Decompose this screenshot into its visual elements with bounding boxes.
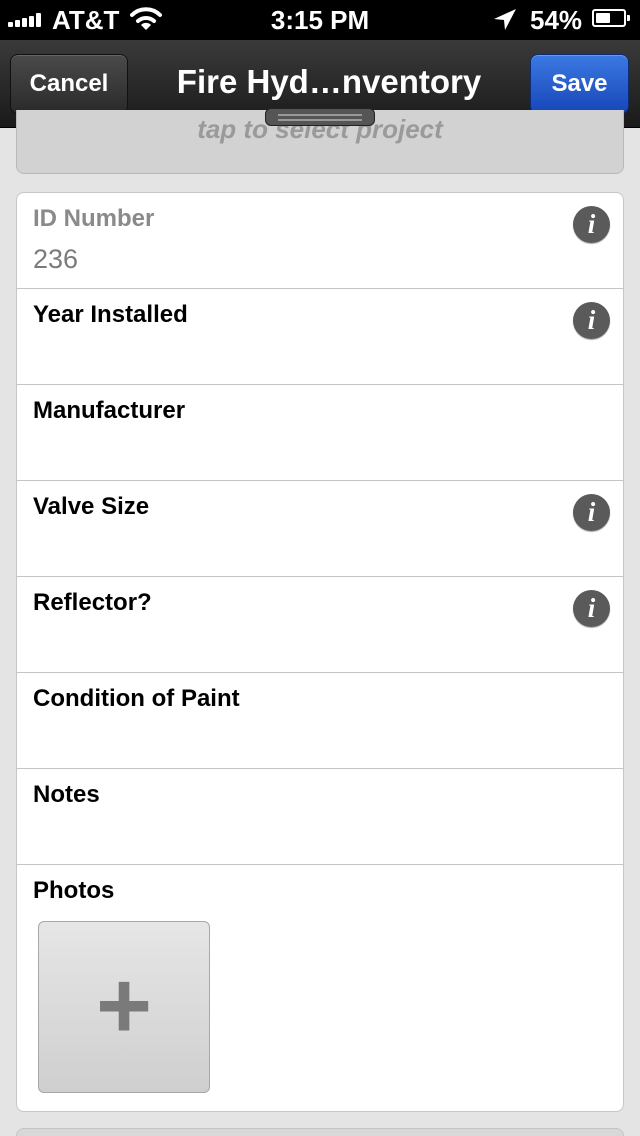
- form-card: ID Number 236 i Year Installed i Manufacturer…: [16, 192, 624, 1112]
- plus-icon: +: [95, 952, 153, 1059]
- info-icon[interactable]: i: [573, 494, 610, 531]
- form-field-row[interactable]: Valve Size i: [17, 481, 623, 577]
- page-title: Fire Hyd…nventory: [176, 63, 482, 100]
- field-value: 236: [33, 244, 79, 274]
- form-field-row[interactable]: Manufacturer: [17, 385, 623, 481]
- photos-section: Photos +: [17, 865, 623, 1111]
- field-label: ID Number: [33, 205, 155, 232]
- field-label: Manufacturer: [33, 397, 186, 424]
- pull-down-handle[interactable]: [265, 108, 375, 126]
- field-label: Valve Size: [33, 493, 150, 520]
- field-label: Condition of Paint: [33, 685, 240, 712]
- bottom-section-edge: [16, 1128, 624, 1136]
- info-icon[interactable]: i: [573, 206, 610, 243]
- fields-list: ID Number 236 i Year Installed i Manufacturer…: [17, 193, 623, 865]
- status-bar: AT&T 3:15 PM 54%: [0, 0, 640, 40]
- battery-fill: [596, 13, 610, 23]
- field-label: Notes: [33, 781, 100, 808]
- field-label: Year Installed: [33, 301, 188, 328]
- form-field-row[interactable]: Reflector? i: [17, 577, 623, 673]
- photos-label: Photos: [33, 877, 115, 904]
- form-field-row[interactable]: ID Number 236 i: [17, 193, 623, 289]
- field-label: Reflector?: [33, 589, 152, 616]
- battery-tip: [627, 15, 630, 21]
- battery-percent: 54%: [530, 5, 583, 35]
- info-icon[interactable]: i: [573, 302, 610, 339]
- form-field-row[interactable]: Year Installed i: [17, 289, 623, 385]
- save-button[interactable]: Save: [530, 54, 629, 114]
- info-icon[interactable]: i: [573, 590, 610, 627]
- add-photo-button[interactable]: +: [38, 921, 210, 1093]
- location-arrow-icon: [494, 9, 516, 30]
- cancel-button[interactable]: Cancel: [10, 54, 128, 114]
- form-field-row[interactable]: Condition of Paint: [17, 673, 623, 769]
- form-field-row[interactable]: Notes: [17, 769, 623, 865]
- battery-icon: [592, 9, 630, 27]
